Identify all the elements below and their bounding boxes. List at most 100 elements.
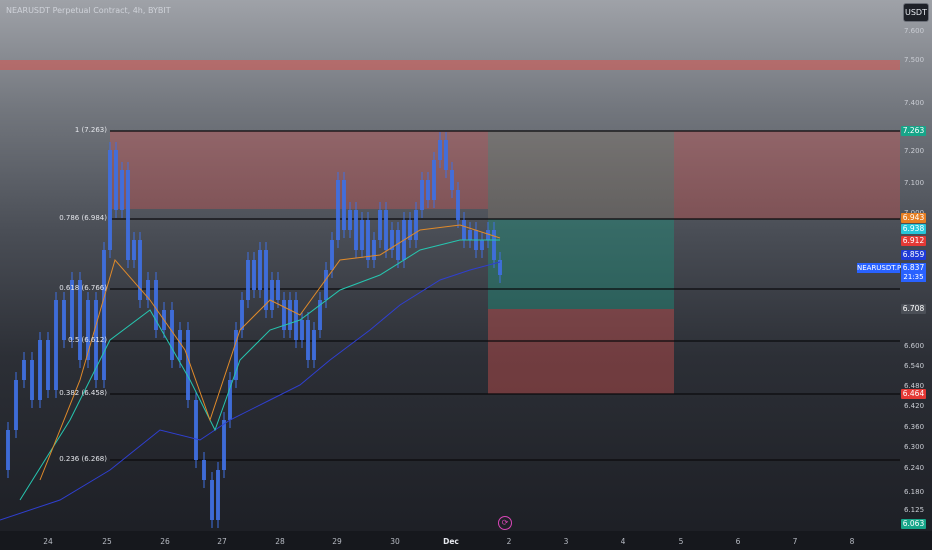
price-tick: 6.300 xyxy=(904,443,925,451)
date-tick: 8 xyxy=(849,537,855,546)
candle-body xyxy=(456,190,460,220)
price-tag: 6.859 xyxy=(901,250,926,260)
price-tag: 6.063 xyxy=(901,519,926,529)
candle-body xyxy=(210,480,214,520)
candle-body xyxy=(300,320,304,340)
date-tick: 28 xyxy=(275,537,285,546)
price-tick: 7.500 xyxy=(904,56,925,64)
candle-body xyxy=(132,240,136,260)
candle-body xyxy=(62,300,66,340)
candle-body xyxy=(216,470,220,520)
candle-body xyxy=(170,310,174,360)
candle-body xyxy=(270,280,274,310)
candle-body xyxy=(38,340,42,400)
date-tick: 24 xyxy=(43,537,53,546)
price-chart[interactable] xyxy=(0,0,932,550)
price-tick: 7.100 xyxy=(904,179,925,187)
price-tick: 6.240 xyxy=(904,464,925,472)
candle-body xyxy=(54,300,58,390)
date-tick: Dec xyxy=(443,537,459,546)
fib-level-label: 0.236 (6.268) xyxy=(59,455,107,463)
price-tick: 7.400 xyxy=(904,99,925,107)
position-risk-zone xyxy=(488,131,674,219)
candle-body xyxy=(438,140,442,160)
candle-body xyxy=(342,180,346,230)
candle-body xyxy=(186,330,190,400)
price-tag: 6.943 xyxy=(901,213,926,223)
position-target-zone xyxy=(488,219,674,309)
price-tag: 7.263 xyxy=(901,126,926,136)
price-tick: 6.600 xyxy=(904,342,925,350)
candle-body xyxy=(240,300,244,330)
candle-body xyxy=(194,400,198,460)
price-tick: 6.360 xyxy=(904,423,925,431)
price-tick: 7.200 xyxy=(904,147,925,155)
candle-body xyxy=(372,240,376,260)
candle-body xyxy=(222,420,226,470)
candle-body xyxy=(366,220,370,260)
candle-body xyxy=(312,330,316,360)
candle-body xyxy=(306,320,310,360)
candle-body xyxy=(468,230,472,240)
fib-level-label: 0.786 (6.984) xyxy=(59,214,107,222)
date-tick: 26 xyxy=(160,537,170,546)
price-tick: 6.540 xyxy=(904,362,925,370)
price-tag: 6.938 xyxy=(901,224,926,234)
candle-body xyxy=(252,260,256,290)
candle-body xyxy=(246,260,250,300)
date-tick: 6 xyxy=(735,537,741,546)
candle-body xyxy=(414,210,418,240)
candle-body xyxy=(6,430,10,470)
date-tick: 7 xyxy=(792,537,798,546)
price-tick: 6.180 xyxy=(904,488,925,496)
candle-body xyxy=(138,240,142,300)
projected-resistance-zone xyxy=(674,131,900,219)
candle-body xyxy=(264,250,268,310)
fib-level-label: 0.618 (6.766) xyxy=(59,284,107,292)
price-tag: 6.912 xyxy=(901,236,926,246)
candle-body xyxy=(444,140,448,170)
candle-body xyxy=(360,220,364,250)
candle-body xyxy=(330,240,334,270)
date-tick: 5 xyxy=(678,537,684,546)
candle-body xyxy=(420,180,424,210)
price-tick: 6.125 xyxy=(904,506,925,514)
candle-body xyxy=(288,300,292,330)
candle-body xyxy=(202,460,206,480)
date-tick: 3 xyxy=(563,537,569,546)
candle-body xyxy=(120,170,124,210)
date-tick: 4 xyxy=(620,537,626,546)
candle-body xyxy=(102,250,106,380)
symbol-title: NEARUSDT Perpetual Contract, 4h, BYBIT xyxy=(6,6,171,15)
candle-body xyxy=(480,240,484,250)
currency-button[interactable]: USDT xyxy=(903,3,929,22)
candle-body xyxy=(30,360,34,400)
top-resistance-band xyxy=(0,60,900,70)
candle-body xyxy=(276,280,280,300)
candle-body xyxy=(78,280,82,360)
candle-body xyxy=(378,210,382,240)
candle-body xyxy=(348,210,352,230)
date-tick: 27 xyxy=(217,537,227,546)
candle-body xyxy=(324,270,328,300)
price-tag: 6.708 xyxy=(901,304,926,314)
price-tick: 6.420 xyxy=(904,402,925,410)
candle-body xyxy=(258,250,262,290)
bar-countdown: 21:35 xyxy=(901,273,926,282)
replay-icon[interactable]: ⟳ xyxy=(498,516,512,530)
position-stop-zone xyxy=(488,309,674,394)
fib-level-label: 0.382 (6.458) xyxy=(59,389,107,397)
candle-body xyxy=(432,160,436,200)
date-tick: 30 xyxy=(390,537,400,546)
price-tag: 6.464 xyxy=(901,389,926,399)
candle-body xyxy=(426,180,430,200)
candle-body xyxy=(108,150,112,250)
candle-body xyxy=(384,210,388,250)
fib-level-label: 0.5 (6.612) xyxy=(68,336,107,344)
candle-body xyxy=(22,360,26,380)
candle-body xyxy=(46,340,50,390)
price-tick: 7.600 xyxy=(904,27,925,35)
date-tick: 2 xyxy=(506,537,512,546)
candle-body xyxy=(14,380,18,430)
candle-body xyxy=(228,380,232,420)
